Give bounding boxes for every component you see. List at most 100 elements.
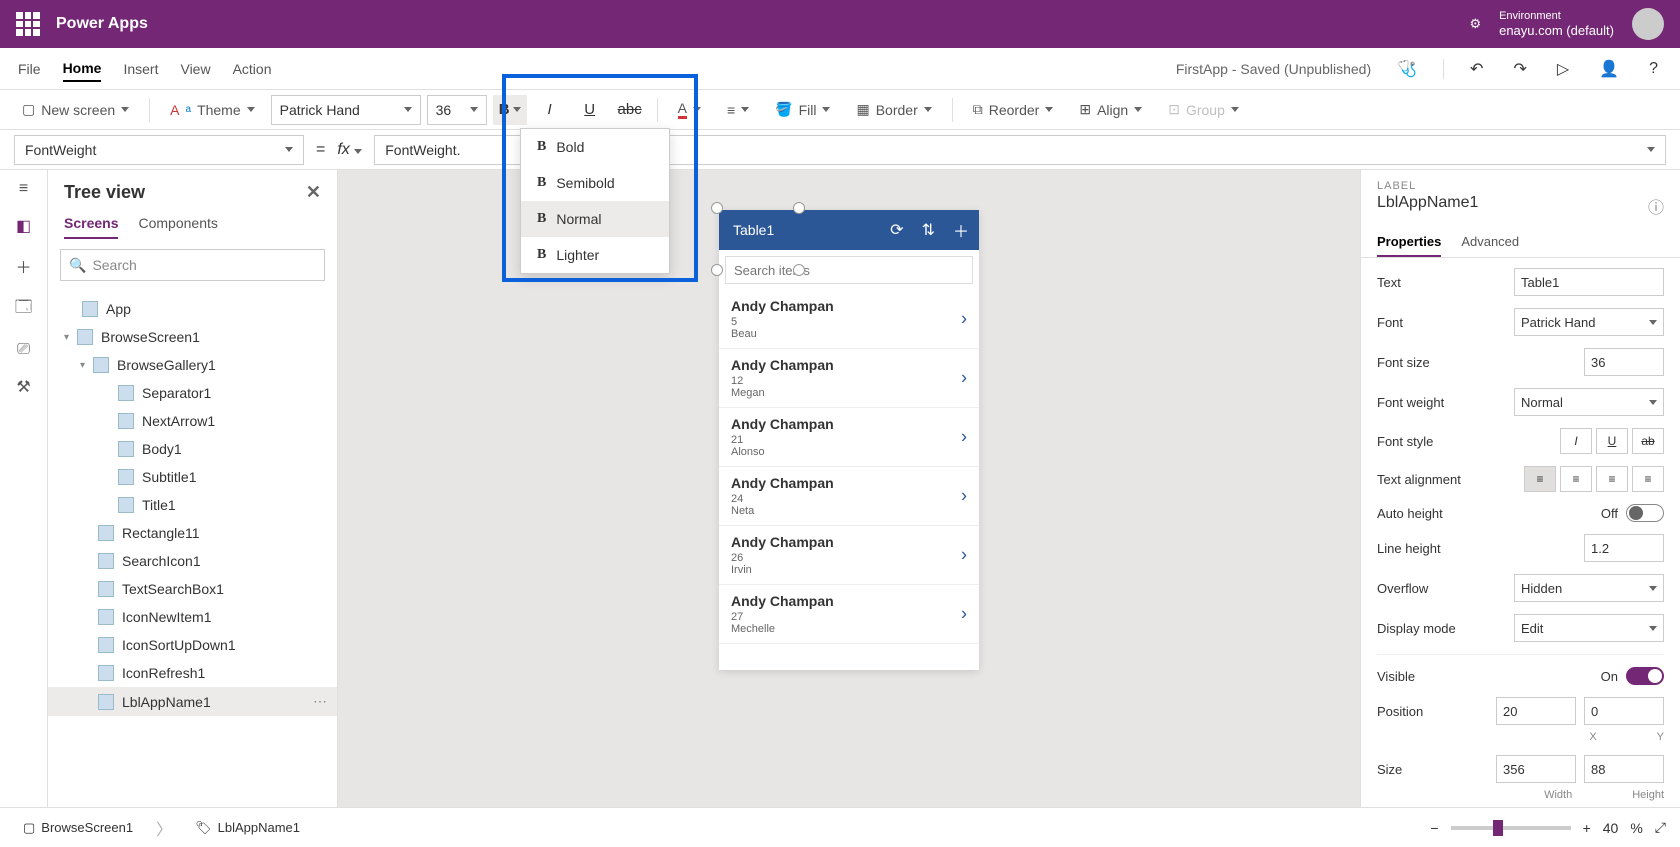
- media-icon[interactable]: ⎚: [17, 341, 30, 359]
- border-button[interactable]: ▦ Border: [846, 97, 941, 122]
- prop-overflow[interactable]: Hidden: [1514, 574, 1664, 602]
- theme-button[interactable]: Aa Theme: [160, 98, 264, 122]
- tree-icon[interactable]: ◧: [16, 216, 31, 236]
- tree-item[interactable]: SearchIcon1: [48, 547, 337, 575]
- tools-icon[interactable]: ⚒: [16, 377, 30, 397]
- tree-item[interactable]: Separator1: [48, 379, 337, 407]
- crumb-screen[interactable]: ▢ BrowseScreen1: [14, 815, 142, 841]
- tree-item[interactable]: NextArrow1: [48, 407, 337, 435]
- fill-button[interactable]: 🪣 Fill: [765, 97, 840, 122]
- prop-fontstyle[interactable]: IUab: [1560, 428, 1664, 454]
- tree-item[interactable]: IconSortUpDown1: [48, 631, 337, 659]
- prop-displaymode[interactable]: Edit: [1514, 614, 1664, 642]
- search-box-preview[interactable]: [719, 250, 979, 290]
- tab-file[interactable]: File: [18, 57, 41, 81]
- health-icon[interactable]: 🩺: [1393, 55, 1421, 83]
- environment-picker[interactable]: Environment enayu.com (default): [1499, 10, 1614, 39]
- gallery-item[interactable]: Andy Champan12Megan›: [719, 349, 979, 408]
- breadcrumb-bar: ▢ BrowseScreen1 〉 🏷 LblAppName1 − + 40 %…: [0, 807, 1680, 847]
- align-button[interactable]: ⊞ Align: [1069, 97, 1152, 122]
- tree-item[interactable]: Body1: [48, 435, 337, 463]
- tree-item[interactable]: App: [48, 295, 337, 323]
- play-icon[interactable]: ▷: [1553, 55, 1573, 83]
- zoom-out-icon[interactable]: −: [1430, 820, 1438, 836]
- gallery-item[interactable]: Andy Champan5Beau›: [719, 290, 979, 349]
- fontweight-dropdown: BBoldBSemiboldBNormalBLighter: [520, 128, 670, 274]
- tree-view-pane: Tree view✕ Screens Components 🔍 Search A…: [48, 170, 338, 807]
- property-picker[interactable]: FontWeight: [14, 135, 304, 165]
- fontweight-option[interactable]: BSemibold: [521, 165, 669, 201]
- prop-text[interactable]: Table1: [1514, 268, 1664, 296]
- zoom-slider[interactable]: [1451, 826, 1571, 830]
- crumb-control[interactable]: 🏷 LblAppName1: [186, 815, 309, 841]
- redo-icon[interactable]: ↷: [1509, 55, 1530, 83]
- props-tab-advanced[interactable]: Advanced: [1461, 228, 1519, 257]
- tree-item[interactable]: IconNewItem1: [48, 603, 337, 631]
- app-header-preview[interactable]: Table1 ⟳ ⇅ ＋: [719, 210, 979, 250]
- strike-button[interactable]: abc: [613, 95, 647, 125]
- tree-item[interactable]: IconRefresh1: [48, 659, 337, 687]
- fit-icon[interactable]: ⤢: [1655, 819, 1666, 836]
- new-screen-button[interactable]: ▢ New screen: [12, 97, 139, 122]
- tab-home[interactable]: Home: [63, 56, 102, 82]
- tree-tab-components[interactable]: Components: [138, 209, 217, 239]
- prop-visible-toggle[interactable]: [1626, 667, 1664, 685]
- fontcolor-button[interactable]: A: [668, 96, 711, 123]
- gallery-item[interactable]: Andy Champan24Neta›: [719, 467, 979, 526]
- tab-action[interactable]: Action: [233, 57, 272, 81]
- waffle-icon[interactable]: [16, 12, 40, 36]
- data-icon[interactable]: 🗔: [15, 296, 32, 323]
- tree-item[interactable]: ▾BrowseScreen1: [48, 323, 337, 351]
- gallery-item[interactable]: Andy Champan21Alonso›: [719, 408, 979, 467]
- reorder-button[interactable]: ⧉ Reorder: [963, 97, 1064, 122]
- tree-item[interactable]: Rectangle11: [48, 519, 337, 547]
- prop-textalign[interactable]: ≡≡≡≡: [1524, 466, 1664, 492]
- sort-icon[interactable]: ⇅: [922, 220, 935, 240]
- ribbon-toolbar: ▢ New screen Aa Theme Patrick Hand 36 B …: [0, 90, 1680, 130]
- fontweight-option[interactable]: BLighter: [521, 237, 669, 273]
- gallery-item[interactable]: Andy Champan26Irvin›: [719, 526, 979, 585]
- prop-fontsize[interactable]: 36: [1584, 348, 1664, 376]
- italic-button[interactable]: I: [533, 95, 567, 125]
- size-select[interactable]: 36: [427, 95, 487, 125]
- tree-item[interactable]: Title1: [48, 491, 337, 519]
- undo-icon[interactable]: ↶: [1466, 55, 1487, 83]
- prop-size-w[interactable]: 356: [1496, 755, 1576, 783]
- tree-item[interactable]: LblAppName1⋯: [48, 687, 337, 716]
- search-input[interactable]: [725, 256, 973, 284]
- prop-font[interactable]: Patrick Hand: [1514, 308, 1664, 336]
- fx-label[interactable]: fx: [337, 141, 362, 159]
- prop-autoheight-toggle[interactable]: [1626, 504, 1664, 522]
- refresh-icon[interactable]: ⟳: [890, 220, 903, 240]
- avatar[interactable]: [1632, 8, 1664, 40]
- close-icon[interactable]: ✕: [306, 182, 321, 203]
- underline-button[interactable]: U: [573, 95, 607, 125]
- prop-pos-y[interactable]: 0: [1584, 697, 1664, 725]
- share-icon[interactable]: 👤: [1595, 55, 1623, 83]
- tab-insert[interactable]: Insert: [123, 57, 158, 81]
- fontweight-option[interactable]: BNormal: [521, 201, 669, 237]
- tree-item[interactable]: TextSearchBox1: [48, 575, 337, 603]
- prop-size-h[interactable]: 88: [1584, 755, 1664, 783]
- textalign-button[interactable]: ≡: [717, 98, 759, 122]
- app-title: Power Apps: [56, 15, 148, 33]
- tree-item[interactable]: ▾BrowseGallery1: [48, 351, 337, 379]
- info-icon[interactable]: ⓘ: [1648, 194, 1664, 218]
- prop-pos-x[interactable]: 20: [1496, 697, 1576, 725]
- prop-lineheight[interactable]: 1.2: [1584, 534, 1664, 562]
- bold-button[interactable]: B: [493, 95, 527, 125]
- add-icon[interactable]: ＋: [953, 218, 969, 242]
- tree-tab-screens[interactable]: Screens: [64, 209, 118, 239]
- insert-icon[interactable]: ＋: [15, 254, 31, 278]
- fontweight-option[interactable]: BBold: [521, 129, 669, 165]
- gallery-item[interactable]: Andy Champan27Mechelle›: [719, 585, 979, 644]
- font-select[interactable]: Patrick Hand: [271, 95, 421, 125]
- tree-item[interactable]: Subtitle1: [48, 463, 337, 491]
- tree-search[interactable]: 🔍 Search: [60, 249, 325, 281]
- tab-view[interactable]: View: [180, 57, 210, 81]
- zoom-in-icon[interactable]: +: [1583, 820, 1591, 836]
- prop-fontweight[interactable]: Normal: [1514, 388, 1664, 416]
- help-icon[interactable]: ?: [1645, 56, 1662, 82]
- props-tab-properties[interactable]: Properties: [1377, 228, 1441, 257]
- hamburger-icon[interactable]: ≡: [19, 180, 28, 198]
